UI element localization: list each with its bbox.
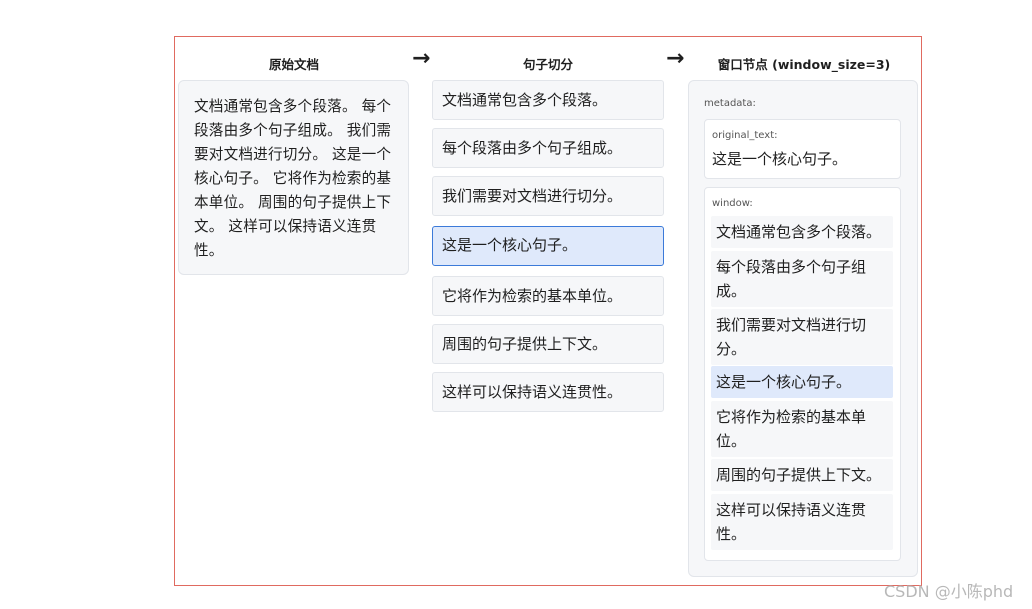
original-text-value: 这是一个核心句子。 [712,150,848,168]
sentence-chunk: 它将作为检索的基本单位。 [432,276,664,316]
window-node-heading: 窗口节点 (window_size=3) [717,57,891,72]
window-label: window: [712,198,753,209]
window-sentence: 我们需要对文档进行切分。 [711,309,893,365]
arrow-right-icon: → [666,46,685,71]
sentence-chunk-highlighted: 这是一个核心句子。 [432,226,664,266]
source-doc-heading: 原始文档 [268,57,319,72]
original-text-label: original_text: [712,130,778,141]
arrow-right-icon: → [412,46,431,71]
sentence-chunk: 这样可以保持语义连贯性。 [432,372,664,412]
window-sentence: 它将作为检索的基本单位。 [711,401,893,457]
window-sentence-highlighted: 这是一个核心句子。 [711,366,893,398]
source-document: 文档通常包含多个段落。 每个段落由多个句子组成。 我们需要对文档进行切分。 这是… [178,80,409,275]
window-sentence: 文档通常包含多个段落。 [711,216,893,248]
window-sentence: 这样可以保持语义连贯性。 [711,494,893,550]
sentence-chunk: 文档通常包含多个段落。 [432,80,664,120]
window-sentence: 每个段落由多个句子组成。 [711,251,893,307]
window-sentence: 周围的句子提供上下文。 [711,459,893,491]
watermark: CSDN @小陈phd [884,582,1014,601]
sentence-chunk: 每个段落由多个句子组成。 [432,128,664,168]
sentence-chunk: 周围的句子提供上下文。 [432,324,664,364]
sentence-split-heading: 句子切分 [522,57,573,72]
sentence-chunk: 我们需要对文档进行切分。 [432,176,664,216]
metadata-label: metadata: [704,98,756,109]
